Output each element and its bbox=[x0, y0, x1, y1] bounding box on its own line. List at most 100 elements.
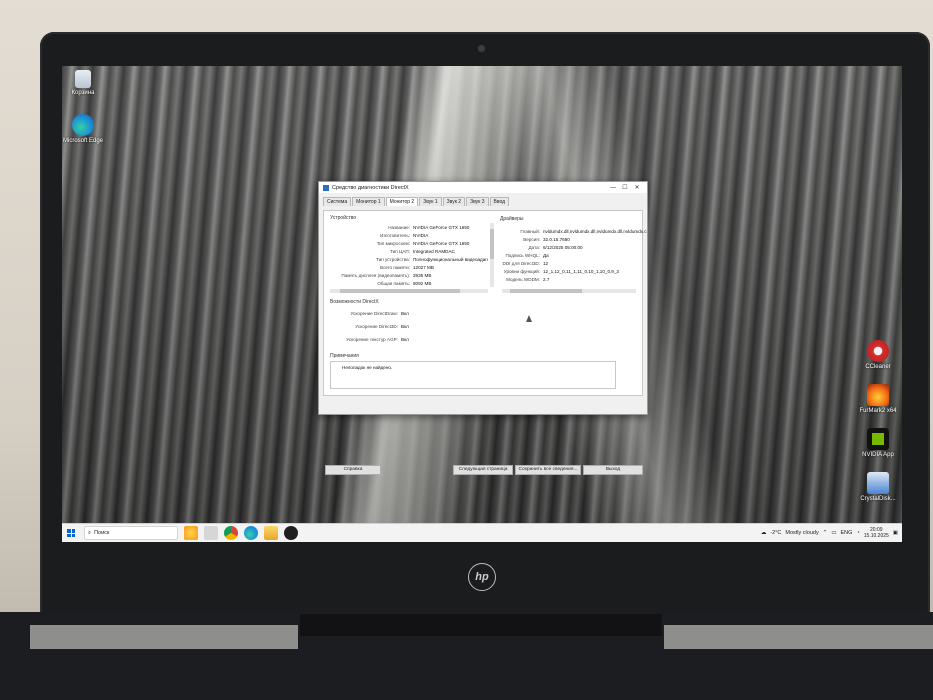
next-page-button[interactable]: Следующая страница bbox=[453, 465, 513, 475]
device-row: Тип устройства: Полнофункциональный видео… bbox=[328, 257, 488, 262]
network-icon[interactable]: ▭ bbox=[831, 530, 836, 536]
scrollbar-thumb[interactable] bbox=[490, 229, 494, 259]
task-view-icon[interactable] bbox=[204, 526, 218, 540]
driver-key: Главный: bbox=[520, 229, 540, 234]
driver-value: 2.7 bbox=[543, 277, 550, 282]
close-button[interactable]: ✕ bbox=[631, 184, 643, 191]
desktop-icon-crystaldisk[interactable]: CrystalDisk... bbox=[857, 472, 899, 503]
start-button[interactable] bbox=[62, 524, 80, 542]
device-scrollbar-vertical[interactable] bbox=[490, 223, 494, 287]
driver-value: 12 bbox=[543, 261, 549, 266]
edge-icon[interactable] bbox=[244, 526, 258, 540]
note-line: Неполадок не найдено. bbox=[339, 365, 392, 370]
notes-group-label: Примечания bbox=[330, 353, 359, 359]
windows-logo-icon bbox=[67, 529, 75, 537]
explorer-icon[interactable] bbox=[264, 526, 278, 540]
help-button[interactable]: Справка bbox=[325, 465, 381, 475]
driver-row: Главный: nvldumdx.dll,nvldumdx.dll,nvldum… bbox=[500, 229, 647, 234]
wifi-icon[interactable]: ◔ bbox=[856, 530, 859, 536]
desktop-icon-recycle-bin[interactable]: Корзина bbox=[62, 70, 104, 97]
tab-sound-3[interactable]: Звук 3 bbox=[466, 197, 489, 206]
copilot-icon[interactable] bbox=[184, 526, 198, 540]
xbox-icon[interactable] bbox=[284, 526, 298, 540]
chevron-up-icon[interactable]: ⌃ bbox=[823, 530, 828, 536]
device-row: Общая память: 8092 MB bbox=[328, 281, 431, 286]
dx-row: Ускорение текстур AGP: Вкл bbox=[328, 337, 409, 342]
device-value: Integrated RAMDAC bbox=[413, 249, 455, 254]
device-row: Тип микросхем: NVIDIA GeForce GTX 1650 bbox=[328, 241, 470, 246]
weather-condition[interactable]: Mostly cloudy bbox=[785, 530, 818, 536]
search-placeholder: Поиск bbox=[94, 530, 110, 536]
dx-value: Вкл bbox=[401, 337, 409, 342]
dx-key: Ускорение текстур AGP: bbox=[346, 337, 398, 342]
device-key: Тип ЦАП: bbox=[390, 249, 410, 254]
driver-value: 6/12/2025 05:00:00 bbox=[543, 245, 583, 250]
tab-system[interactable]: Система bbox=[323, 197, 352, 206]
device-row: Название: NVIDIA GeForce GTX 1650 bbox=[328, 225, 469, 230]
save-all-button[interactable]: Сохранить все сведения... bbox=[515, 465, 581, 475]
clock[interactable]: 20:09 15.10.2025 bbox=[864, 527, 889, 539]
desktop-icon-ccleaner[interactable]: CCleaner bbox=[857, 340, 899, 371]
tab-sound-1[interactable]: Звук 1 bbox=[419, 197, 442, 206]
taskbar: ⌕ Поиск ☁ -2°C Mostly cloudy ⌃ ▭ ENG ◔ 2… bbox=[62, 523, 902, 542]
dx-value: Вкл bbox=[401, 311, 409, 316]
driver-value: nvldumdx.dll,nvldumdx.dll,nvldumdx.dll,n… bbox=[543, 229, 647, 234]
minimize-button[interactable]: — bbox=[607, 185, 619, 191]
scrollbar-thumb[interactable] bbox=[510, 289, 582, 293]
device-scrollbar-horizontal[interactable] bbox=[330, 289, 488, 293]
device-key: Тип микросхем: bbox=[376, 241, 410, 246]
desktop-icon-label: Корзина bbox=[71, 90, 95, 96]
driver-key: Подпись WHQL: bbox=[505, 253, 540, 258]
hp-logo: hp bbox=[468, 563, 496, 591]
weather-temp[interactable]: -2°C bbox=[770, 530, 781, 536]
weather-icon: ☁ bbox=[760, 530, 767, 536]
taskbar-search[interactable]: ⌕ Поиск bbox=[84, 526, 178, 540]
driver-row: Модель WDDM: 2.7 bbox=[500, 277, 549, 282]
webcam-icon bbox=[476, 43, 487, 54]
exit-button[interactable]: Выход bbox=[583, 465, 643, 475]
drivers-group-label: Драйверы bbox=[500, 216, 524, 222]
desktop-icon-label: CrystalDisk... bbox=[860, 496, 896, 502]
device-group-label: Устройство bbox=[330, 215, 357, 221]
device-key: Память дисплея (видеопамять): bbox=[341, 273, 410, 278]
edge-icon bbox=[72, 114, 94, 136]
notes-box: Неполадок не найдено. bbox=[330, 361, 616, 389]
device-value: NVIDIA GeForce GTX 1650 bbox=[413, 225, 470, 230]
desktop-icon-furmark[interactable]: FurMark2 x64 bbox=[857, 384, 899, 415]
maximize-button[interactable]: ☐ bbox=[619, 184, 631, 191]
dx-key: Ускорение DirectDraw: bbox=[350, 311, 398, 316]
device-row: Память дисплея (видеопамять): 3935 MB bbox=[328, 273, 431, 278]
tab-monitor-2[interactable]: Монитор 2 bbox=[385, 197, 419, 206]
screen: Корзина Microsoft Edge CCleaner FurMark2… bbox=[62, 66, 902, 542]
window-titlebar[interactable]: Средство диагностики DirectX — ☐ ✕ bbox=[319, 182, 647, 193]
ccleaner-icon bbox=[867, 340, 889, 362]
desktop-icon-nvidia-app[interactable]: NVIDIA App bbox=[857, 428, 899, 459]
dx-group-label: Возможности DirectX bbox=[330, 299, 379, 305]
tab-sound-2[interactable]: Звук 2 bbox=[442, 197, 466, 206]
device-key: Название: bbox=[388, 225, 410, 230]
driver-value: 32.0.15.7680 bbox=[543, 237, 570, 242]
hinge-left bbox=[30, 625, 298, 649]
crystaldisk-icon bbox=[867, 472, 889, 494]
driver-row: Дата: 6/12/2025 05:00:00 bbox=[500, 245, 583, 250]
furmark-icon bbox=[867, 384, 889, 406]
dx-row: Ускорение Direct3D: Вкл bbox=[328, 324, 409, 329]
dx-key: Ускорение Direct3D: bbox=[355, 324, 398, 329]
tab-input[interactable]: Ввод bbox=[489, 197, 510, 206]
device-value: NVIDIA GeForce GTX 1650 bbox=[413, 241, 470, 246]
device-key: Тип устройства: bbox=[376, 257, 410, 262]
desktop-icon-edge[interactable]: Microsoft Edge bbox=[62, 114, 104, 145]
device-value: 3935 MB bbox=[413, 273, 432, 278]
clock-date: 15.10.2025 bbox=[863, 533, 889, 539]
scrollbar-thumb[interactable] bbox=[340, 289, 460, 293]
tab-monitor-1[interactable]: Монитор 1 bbox=[352, 197, 385, 206]
driver-key: Версия: bbox=[523, 237, 540, 242]
device-key: Общая память: bbox=[377, 281, 410, 286]
desktop-icon-label: CCleaner bbox=[865, 364, 891, 370]
notification-icon[interactable]: ▣ bbox=[893, 530, 898, 536]
language-indicator[interactable]: ENG bbox=[841, 530, 853, 536]
chrome-icon[interactable] bbox=[224, 526, 238, 540]
drivers-scrollbar-horizontal[interactable] bbox=[502, 289, 636, 293]
driver-key: Дата: bbox=[528, 245, 540, 250]
driver-row: Уровни функций: 12_1,12_0,11_1,11_0,10_1,… bbox=[500, 269, 619, 274]
